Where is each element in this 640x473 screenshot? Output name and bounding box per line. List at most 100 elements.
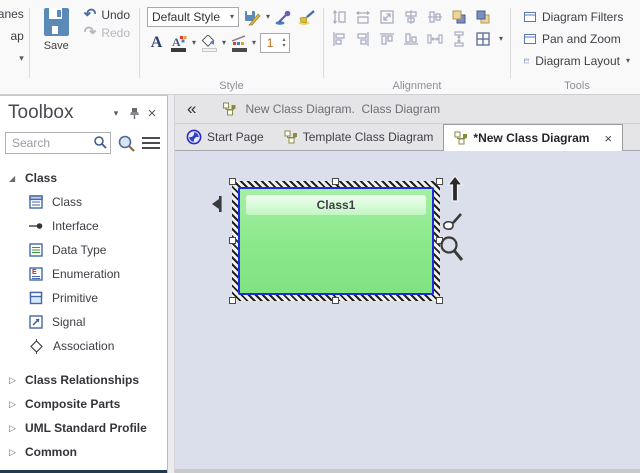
section-class-relationships[interactable]: ▷ Class Relationships (0, 368, 167, 392)
diagram-layout-button[interactable]: Diagram Layout ▾ (524, 52, 630, 70)
section-class[interactable]: ◢ Class (0, 166, 167, 190)
primitive-icon (29, 291, 43, 305)
tab-new-class-diagram[interactable]: *New Class Diagram × (443, 124, 623, 151)
line-color-caret-icon[interactable]: ▾ (252, 39, 256, 47)
section-label: UML Standard Profile (25, 421, 147, 435)
pan-and-zoom-label: Pan and Zoom (542, 32, 621, 46)
clipped-label-snap[interactable]: ap (10, 29, 23, 43)
toolbox-item-label: Enumeration (52, 267, 120, 281)
quicklink-arrow-icon[interactable] (446, 175, 464, 207)
paintbrush-icon[interactable] (297, 8, 316, 27)
toolbox-item-enumeration[interactable]: E Enumeration (0, 262, 167, 286)
space-down-icon[interactable] (451, 30, 468, 47)
diagram-filters-label: Diagram Filters (542, 10, 623, 24)
section-uml-standard-profile[interactable]: ▷ UML Standard Profile (0, 416, 167, 440)
line-color-icon[interactable] (230, 35, 248, 52)
section-composite-parts[interactable]: ▷ Composite Parts (0, 392, 167, 416)
collapse-left-icon[interactable] (209, 195, 224, 218)
toolbox-item-data-type[interactable]: Data Type (0, 238, 167, 262)
ribbon-separator (139, 8, 140, 78)
hamburger-menu-icon[interactable] (142, 134, 160, 152)
toolbox-item-signal[interactable]: Signal (0, 310, 167, 334)
class-element[interactable]: Class1 (238, 187, 434, 295)
file-group: Save ↶ Undo ↷ Redo (33, 0, 136, 94)
font-color-icon[interactable]: A (170, 35, 188, 52)
svg-text:E: E (32, 269, 37, 276)
font-icon[interactable]: A (147, 34, 166, 53)
section-common[interactable]: ▷ Common (0, 440, 167, 464)
bring-to-front-icon[interactable] (451, 8, 468, 25)
spinner-down-icon[interactable]: ▾ (279, 43, 289, 49)
tools-group-label: Tools (514, 80, 640, 92)
center-vertical-icon[interactable] (427, 8, 444, 25)
style-combobox[interactable]: Default Style ▾ (147, 7, 239, 27)
zoom-magnifier-icon[interactable] (438, 235, 465, 268)
align-left-icon[interactable] (331, 30, 348, 47)
save-button[interactable]: Save (39, 4, 74, 78)
tab-template-class-diagram[interactable]: Template Class Diagram (274, 124, 444, 150)
align-width-icon[interactable] (355, 8, 372, 25)
advanced-search-icon[interactable] (117, 134, 136, 153)
grid-icon[interactable] (475, 30, 492, 47)
toolbox-item-class[interactable]: Class (0, 190, 167, 214)
horizontal-scrollbar[interactable] (175, 469, 640, 473)
pin-icon[interactable] (125, 104, 143, 122)
resize-handle-nw[interactable] (229, 178, 236, 185)
resize-handle-se[interactable] (436, 297, 443, 304)
save-label: Save (44, 40, 69, 52)
tab-label: Template Class Diagram (303, 130, 434, 144)
section-label: Common (25, 445, 77, 459)
grid-caret-icon[interactable]: ▾ (499, 35, 503, 43)
toolbox-item-interface[interactable]: Interface (0, 214, 167, 238)
save-style-caret-icon[interactable]: ▾ (266, 13, 270, 21)
ribbon-toolbar: anes ap ▾ Save ↶ Undo ↷ Redo (0, 0, 640, 95)
line-width-spinner[interactable]: 1 ▴ ▾ (260, 33, 290, 53)
collapsed-arrow-icon: ▷ (9, 423, 18, 434)
diagram-icon (284, 130, 298, 144)
toolbox-item-association[interactable]: Association (0, 334, 167, 358)
diagram-canvas[interactable]: Class1 (175, 151, 640, 473)
resize-handle-sw[interactable] (229, 297, 236, 304)
diagram-filters-button[interactable]: Diagram Filters (524, 8, 630, 26)
toolbox-item-label: Primitive (52, 291, 98, 305)
signal-icon (29, 315, 43, 329)
breadcrumb[interactable]: New Class Diagram. Class Diagram (245, 102, 440, 116)
collapse-breadcrumb-icon[interactable]: « (187, 101, 196, 117)
font-color-caret-icon[interactable]: ▾ (192, 39, 196, 47)
format-brush-icon[interactable] (441, 211, 465, 238)
close-icon[interactable]: × (143, 104, 161, 122)
undo-button[interactable]: ↶ Undo (84, 8, 130, 22)
send-to-back-icon[interactable] (475, 8, 492, 25)
save-style-icon[interactable] (243, 8, 262, 27)
panel-splitter[interactable] (168, 95, 175, 473)
undo-icon: ↶ (84, 8, 97, 22)
align-size-icon[interactable] (379, 8, 396, 25)
resize-handle-w[interactable] (229, 237, 236, 244)
center-horizontal-icon[interactable] (403, 8, 420, 25)
resize-handle-n[interactable] (332, 178, 339, 185)
redo-button[interactable]: ↷ Redo (84, 26, 130, 40)
align-top-icon[interactable] (379, 30, 396, 47)
fill-color-icon[interactable] (200, 35, 218, 52)
tab-close-icon[interactable]: × (604, 131, 612, 146)
space-across-icon[interactable] (427, 30, 444, 47)
align-bottom-icon[interactable] (403, 30, 420, 47)
section-label: Class Relationships (25, 373, 139, 387)
resize-handle-ne[interactable] (436, 178, 443, 185)
clipped-dropdown-caret-icon[interactable]: ▾ (19, 54, 24, 62)
pan-and-zoom-button[interactable]: Pan and Zoom (524, 30, 630, 48)
redo-icon: ↷ (84, 26, 97, 40)
tab-start-page[interactable]: Start Page (176, 124, 274, 150)
align-right-icon[interactable] (355, 30, 372, 47)
toolbox-menu-caret-icon[interactable]: ▾ (107, 104, 125, 122)
fill-color-caret-icon[interactable]: ▾ (222, 39, 226, 47)
resize-handle-s[interactable] (332, 297, 339, 304)
redo-label: Redo (101, 26, 130, 40)
style-group-label: Style (143, 80, 320, 92)
eyedropper-icon[interactable] (274, 8, 293, 27)
search-icon[interactable] (93, 135, 108, 150)
diagram-layout-label: Diagram Layout (535, 54, 620, 68)
align-height-icon[interactable] (331, 8, 348, 25)
toolbox-item-primitive[interactable]: Primitive (0, 286, 167, 310)
clipped-label-panes[interactable]: anes (0, 7, 24, 21)
